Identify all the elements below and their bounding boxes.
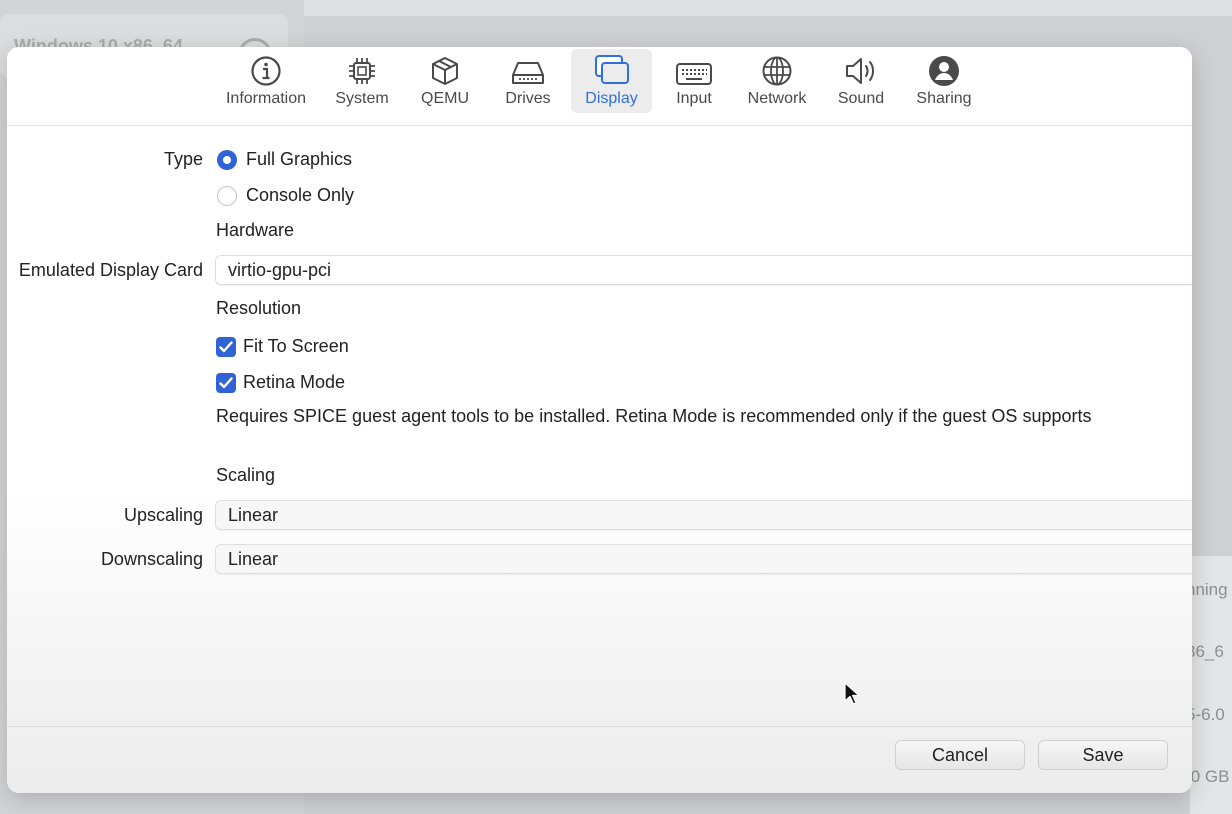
type-label: Type (163, 149, 203, 169)
tab-qemu[interactable]: QEMU (411, 49, 479, 113)
tab-input[interactable]: Input (661, 49, 727, 113)
chip-icon (346, 49, 378, 87)
retina-mode-label[interactable]: Retina Mode (243, 372, 345, 393)
info-icon (250, 49, 282, 87)
tab-network[interactable]: Network (738, 49, 816, 113)
keyboard-icon (675, 49, 713, 87)
drive-icon (510, 49, 546, 87)
downscaling-select[interactable]: Linear (215, 544, 1192, 574)
tab-information[interactable]: Information (219, 49, 313, 113)
tab-system[interactable]: System (325, 49, 399, 113)
tab-display[interactable]: Display (571, 49, 652, 113)
tab-sound[interactable]: Sound (827, 49, 895, 113)
tab-display-label: Display (585, 90, 638, 107)
tab-sound-label: Sound (837, 90, 885, 107)
scaling-heading: Scaling (216, 465, 276, 485)
save-button[interactable]: Save (1038, 740, 1168, 770)
window-titlebar (304, 0, 1232, 16)
fit-to-screen-label[interactable]: Fit To Screen (243, 336, 349, 357)
person-icon (928, 49, 960, 87)
tab-network-label: Network (747, 90, 807, 107)
cancel-button[interactable]: Cancel (895, 740, 1025, 770)
cube-icon (429, 49, 461, 87)
emulated-display-card-select[interactable]: virtio-gpu-pci (215, 255, 1192, 285)
footer-divider (7, 726, 1192, 727)
retina-mode-note: Requires SPICE guest agent tools to be i… (216, 406, 1092, 426)
tab-drives-label: Drives (505, 90, 551, 107)
downscaling-label: Downscaling (100, 549, 203, 569)
upscaling-select[interactable]: Linear (215, 500, 1192, 530)
console-only-label[interactable]: Console Only (246, 185, 354, 206)
tab-system-label: System (335, 90, 389, 107)
tab-sharing[interactable]: Sharing (906, 49, 982, 113)
speaker-icon (843, 49, 879, 87)
mouse-cursor-icon (844, 682, 860, 711)
full-graphics-label[interactable]: Full Graphics (246, 149, 352, 170)
vm-status-text: nning (1186, 580, 1228, 599)
tab-qemu-label: QEMU (421, 90, 469, 107)
upscaling-label: Upscaling (123, 505, 203, 525)
emulated-display-card-label: Emulated Display Card (18, 260, 203, 280)
checkmark-icon (219, 341, 233, 353)
radio-full-graphics[interactable] (217, 150, 237, 170)
fit-to-screen-checkbox[interactable] (216, 337, 236, 357)
vm-settings-sheet: Information System QEMU Drives Display I… (7, 47, 1192, 793)
checkmark-icon (219, 377, 233, 389)
globe-icon (761, 49, 793, 87)
tab-sharing-label: Sharing (916, 90, 972, 107)
resolution-heading: Resolution (216, 298, 302, 318)
tab-drives[interactable]: Drives (493, 49, 563, 113)
settings-toolbar: Information System QEMU Drives Display I… (7, 47, 1192, 126)
radio-console-only[interactable] (217, 186, 237, 206)
hardware-heading: Hardware (216, 220, 295, 240)
tab-input-label: Input (676, 90, 712, 107)
vm-memory-text: .0 GB (1186, 767, 1230, 786)
retina-mode-checkbox[interactable] (216, 373, 236, 393)
tab-information-label: Information (225, 90, 307, 107)
display-icon (592, 49, 632, 87)
